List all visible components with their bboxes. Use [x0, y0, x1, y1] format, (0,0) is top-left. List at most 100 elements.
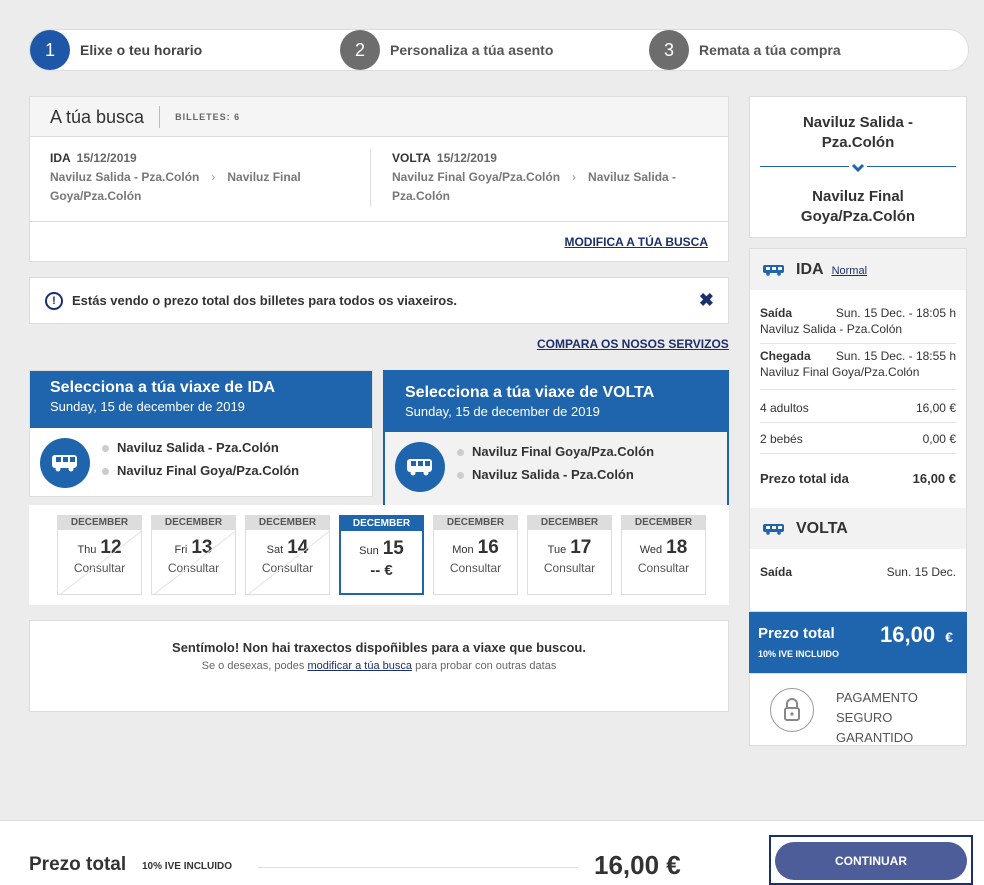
date-month: DECEMBER	[58, 516, 141, 530]
search-summary: A túa busca BILLETES: 6 IDA 15/12/2019 Na…	[29, 96, 729, 262]
date-dec-12[interactable]: DECEMBER Thu 12 Consultar	[57, 515, 142, 595]
no-results-message: Sentímolo! Non hai traxectos dispoñibles…	[29, 620, 729, 712]
divider	[760, 343, 956, 344]
ida-card-header: Selecciona a túa viaxe de IDA Sunday, 15…	[30, 371, 372, 428]
continue-button[interactable]: CONTINUAR	[775, 842, 967, 880]
date-month: DECEMBER	[341, 517, 422, 531]
step-1: 1 Elixe o teu horario	[30, 30, 202, 70]
route-to-l2: Goya/Pza.Colón	[800, 208, 916, 225]
search-title: A túa busca	[50, 105, 161, 128]
outbound-key: IDA	[50, 151, 71, 165]
date-consult: Consultar	[637, 561, 690, 575]
chevron-right-icon: ›	[572, 170, 577, 184]
close-icon[interactable]: ✖	[699, 290, 714, 311]
volta-card[interactable]: Selecciona a túa viaxe de VOLTA Sunday, …	[383, 370, 729, 505]
volta-from: Naviluz Final Goya/Pza.Colón	[472, 444, 655, 459]
date-dec-16[interactable]: DECEMBER Mon 16 Consultar	[433, 515, 518, 595]
divider	[760, 389, 956, 390]
date-day: 18	[666, 537, 688, 558]
secure-text: PAGAMENTO SEGURO GARANTIDO	[836, 688, 918, 748]
bottom-vat: 10% IVE INCLUIDO	[142, 861, 233, 872]
date-dec-13[interactable]: DECEMBER Fri 13 Consultar	[151, 515, 236, 595]
info-icon: !	[45, 291, 63, 310]
babies-row: 2 bebés 0,00 €	[760, 432, 956, 446]
date-day: 16	[477, 537, 499, 558]
date-month: DECEMBER	[152, 516, 235, 530]
compare-services-link[interactable]: COMPARA OS NOSOS SERVIZOS	[537, 337, 729, 351]
date-month: DECEMBER	[246, 516, 329, 530]
route-from-l2: Pza.Colón	[821, 134, 895, 151]
date-month: DECEMBER	[622, 516, 705, 530]
chegada-place: Naviluz Final Goya/Pza.Colón	[760, 365, 920, 379]
date-dow: Mon	[452, 544, 474, 556]
divider	[258, 867, 578, 868]
volta-to: Naviluz Salida - Pza.Colón	[472, 467, 634, 482]
date-dec-14[interactable]: DECEMBER Sat 14 Consultar	[245, 515, 330, 595]
total-ida-row: Prezo total ida 16,00 €	[760, 471, 956, 486]
date-dow: Tue	[547, 544, 567, 556]
summary-ida-header: IDA Normal	[750, 249, 966, 290]
saida-time: Sun. 15 Dec. - 18:05 h	[835, 306, 956, 320]
date-day: 17	[570, 537, 592, 558]
search-header: A túa busca BILLETES: 6	[30, 97, 728, 137]
adults-label: 4 adultos	[760, 401, 809, 415]
step-3: 3 Remata a túa compra	[649, 30, 841, 70]
bottom-total-label: Prezo total	[29, 854, 127, 875]
ida-stops: Naviluz Salida - Pza.Colón Naviluz Final…	[102, 436, 299, 482]
search-footer: MODIFICA A TÚA BUSCA	[30, 221, 728, 262]
no-results-title: Sentímolo! Non hai traxectos dispoñibles…	[172, 640, 586, 655]
lock-icon	[770, 688, 814, 732]
date-month: DECEMBER	[528, 516, 611, 530]
divider	[370, 149, 371, 207]
volta-saida-label: Saída	[760, 565, 793, 579]
chevron-down-icon	[849, 160, 867, 174]
bus-icon	[763, 523, 784, 535]
total-currency: €	[945, 629, 953, 645]
date-dec-18[interactable]: DECEMBER Wed 18 Consultar	[621, 515, 706, 595]
date-dec-17[interactable]: DECEMBER Tue 17 Consultar	[527, 515, 612, 595]
total-label: Prezo total	[758, 625, 835, 642]
date-dec-15[interactable]: DECEMBER Sun 15 -- €	[339, 515, 424, 595]
step-2-label: Personaliza a túa asento	[390, 42, 554, 58]
secure-line-2: SEGURO	[836, 710, 893, 725]
modify-search-inline-link[interactable]: modificar a túa busca	[307, 660, 412, 672]
step-2: 2 Personaliza a túa asento	[340, 30, 553, 70]
modify-search-link[interactable]: MODIFICA A TÚA BUSCA	[564, 235, 708, 249]
date-consult: Consultar	[543, 561, 596, 575]
volta-card-date: Sunday, 15 de december de 2019	[405, 404, 600, 419]
date-consult: Consultar	[449, 561, 502, 575]
babies-label: 2 bebés	[760, 432, 803, 446]
adults-row: 4 adultos 16,00 €	[760, 401, 956, 415]
outbound-leg: IDA 15/12/2019 Naviluz Salida - Pza.Colón…	[50, 149, 370, 206]
total-price-box: Prezo total 10% IVE INCLUIDO 16,00 €	[749, 612, 967, 673]
tickets-count: BILLETES: 6	[175, 111, 241, 122]
step-1-number: 1	[30, 30, 70, 70]
summary-ida-label: IDA	[796, 260, 824, 278]
adults-price: 16,00 €	[915, 401, 956, 415]
chegada-time: Sun. 15 Dec. - 18:55 h	[835, 349, 956, 363]
divider	[760, 422, 956, 423]
secure-line-1: PAGAMENTO	[836, 690, 918, 705]
secure-line-3: GARANTIDO	[836, 730, 914, 745]
babies-price: 0,00 €	[922, 432, 956, 446]
ida-card-title: Selecciona a túa viaxe de IDA	[50, 379, 275, 396]
bus-icon	[395, 442, 445, 492]
return-to-line2: Pza.Colón	[392, 189, 451, 203]
progress-steps: 1 Elixe o teu horario 2 Personaliza a tú…	[29, 29, 969, 71]
bus-icon	[40, 438, 90, 488]
saida-place: Naviluz Salida - Pza.Colón	[760, 322, 903, 336]
total-amount: 16,00	[880, 622, 936, 647]
ida-card[interactable]: Selecciona a túa viaxe de IDA Sunday, 15…	[29, 370, 373, 497]
divider	[760, 453, 956, 454]
date-dow: Sun	[359, 545, 379, 557]
outbound-to: Naviluz Final	[227, 170, 301, 184]
chegada-row: Chegada Sun. 15 Dec. - 18:55 h	[760, 349, 956, 363]
no-results-pre: Se o desexas, podes	[201, 660, 305, 672]
total-ida-amount: 16,00 €	[912, 471, 956, 486]
route-to-l1: Naviluz Final	[812, 188, 904, 205]
fare-class-link[interactable]: Normal	[832, 265, 867, 277]
saida-row: Saída Sun. 15 Dec. - 18:05 h	[760, 306, 956, 320]
step-1-label: Elixe o teu horario	[80, 42, 203, 58]
route-summary: Naviluz Salida - Pza.Colón Naviluz Final…	[749, 96, 967, 238]
volta-saida-row: Saída Sun. 15 Dec.	[760, 565, 956, 579]
